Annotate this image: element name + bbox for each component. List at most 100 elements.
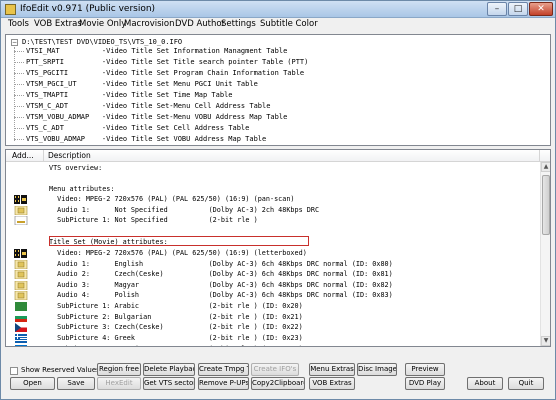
list-item-text: Video: MPEG-2 720x576 (PAL) (PAL 625/50)… bbox=[49, 195, 295, 203]
list-item-text: VTS overview: bbox=[49, 164, 103, 172]
dvd-play-button[interactable]: DVD Play bbox=[405, 377, 445, 390]
list-item[interactable] bbox=[6, 173, 540, 183]
menu-vob-extras[interactable]: VOB Extras bbox=[34, 19, 82, 29]
menu-bar: Tools VOB Extras Movie Only Macrovision … bbox=[1, 18, 555, 32]
collapse-icon[interactable]: − bbox=[11, 39, 18, 46]
sub-icon bbox=[14, 215, 30, 226]
disc-image-button[interactable]: Disc Image bbox=[357, 363, 397, 376]
col-header-description[interactable]: Description bbox=[48, 151, 91, 160]
speaker-icon bbox=[14, 259, 30, 270]
col-header-add[interactable]: Add... bbox=[12, 151, 34, 160]
region-free-button[interactable]: Region free bbox=[97, 363, 141, 376]
maximize-button[interactable]: □ bbox=[508, 2, 528, 16]
film-icon bbox=[14, 195, 30, 204]
list-header: Add... Description bbox=[6, 150, 550, 162]
tree-item-vtsi-mat[interactable]: VTSI_MAT -Video Title Set Information Ma… bbox=[26, 47, 287, 55]
get-vts-sectors-button[interactable]: Get VTS sectors bbox=[143, 377, 195, 390]
tree-item-vtsm-vobu-admap[interactable]: VTSM_VOBU_ADMAP -Video Title Set-Menu VO… bbox=[26, 113, 287, 121]
list-item[interactable]: Audio 1: Not Specified (Dolby AC-3) 2ch … bbox=[6, 205, 540, 216]
selection-highlight-box bbox=[49, 236, 309, 246]
menu-settings[interactable]: Settings bbox=[221, 19, 256, 29]
description-list[interactable]: Add... Description VTS overview: Menu att… bbox=[5, 149, 551, 347]
list-item[interactable]: Audio 3: Magyar (Dolby AC-3) 6ch 48Kbps … bbox=[6, 280, 540, 291]
about-button[interactable]: About bbox=[467, 377, 503, 390]
speaker-icon bbox=[14, 269, 30, 280]
list-item[interactable]: SubPicture 2: Bulgarian (2-bit rle ) (ID… bbox=[6, 312, 540, 322]
show-reserved-values-label: Show Reserved Values bbox=[21, 366, 100, 374]
list-item[interactable]: SubPicture 1: Not Specified (2-bit rle ) bbox=[6, 215, 540, 226]
list-item[interactable]: SubPicture 4: Greek (2-bit rle ) (ID: 0x… bbox=[6, 333, 540, 343]
create-tmpg-button[interactable]: Create Tmpg T. bbox=[198, 363, 249, 376]
delete-playback-button[interactable]: Delete Playback bbox=[143, 363, 195, 376]
tree-item-ptt-srpti[interactable]: PTT_SRPTI -Video Title Set Title search … bbox=[26, 58, 308, 66]
flag-green-icon bbox=[14, 302, 30, 311]
flag-greece-icon bbox=[14, 334, 30, 343]
flag-czech-icon bbox=[14, 323, 30, 332]
list-item[interactable] bbox=[6, 226, 540, 236]
list-item[interactable]: Audio 1: English (Dolby AC-3) 6ch 48Kbps… bbox=[6, 259, 540, 270]
remove-p-ups-button[interactable]: Remove P-UPs bbox=[198, 377, 249, 390]
menu-dvd-author[interactable]: DVD Author bbox=[175, 19, 225, 29]
flag-bulgaria-icon bbox=[14, 313, 30, 322]
tree-item-vts-vobu-admap[interactable]: VTS_VOBU_ADMAP -Video Title Set VOBU Add… bbox=[26, 135, 266, 143]
tree-item-vtsm-c-adt[interactable]: VTSM_C_ADT -Video Title Set-Menu Cell Ad… bbox=[26, 102, 270, 110]
film-icon bbox=[14, 249, 30, 258]
scroll-up-icon[interactable]: ▲ bbox=[541, 162, 550, 172]
speaker-icon bbox=[14, 280, 30, 291]
minimize-button[interactable]: – bbox=[487, 2, 507, 16]
list-item-text: SubPicture 2: Bulgarian (2-bit rle ) (ID… bbox=[49, 313, 303, 321]
scroll-down-icon[interactable]: ▼ bbox=[541, 336, 550, 346]
list-item[interactable]: SubPicture 3: Czech(Ceske) (2-bit rle ) … bbox=[6, 322, 540, 332]
list-item-text: Menu attributes: bbox=[49, 185, 115, 193]
hexedit-button[interactable]: HexEdit bbox=[97, 377, 141, 390]
vertical-scrollbar[interactable]: ▲ ▼ bbox=[540, 162, 550, 346]
speaker-icon bbox=[14, 290, 30, 301]
menu-tools[interactable]: Tools bbox=[8, 19, 29, 29]
menu-subtitle-color[interactable]: Subtitle Color bbox=[260, 19, 318, 29]
list-item-text: Audio 4: Polish (Dolby AC-3) 6ch 48Kbps … bbox=[49, 291, 393, 299]
show-reserved-values-checkbox[interactable] bbox=[10, 367, 18, 375]
list-rows: VTS overview: Menu attributes: Video: MPE… bbox=[6, 162, 540, 346]
menu-movie-only[interactable]: Movie Only bbox=[79, 19, 126, 29]
list-item-text: SubPicture 4: Greek (2-bit rle ) (ID: 0x… bbox=[49, 334, 303, 342]
preview-button[interactable]: Preview bbox=[405, 363, 445, 376]
scroll-thumb[interactable] bbox=[542, 175, 550, 235]
list-item-text: SubPicture 3: Czech(Ceske) (2-bit rle ) … bbox=[49, 323, 303, 331]
save-button[interactable]: Save bbox=[57, 377, 95, 390]
tree-root[interactable]: D:\TEST\TEST DVD\VIDEO_TS\VTS_10_0.IFO bbox=[22, 38, 182, 46]
list-item-text: Audio 3: Magyar (Dolby AC-3) 6ch 48Kbps … bbox=[49, 281, 393, 289]
quit-button[interactable]: Quit bbox=[508, 377, 544, 390]
copy2clipboard-button[interactable]: Copy2Clipboard bbox=[251, 377, 305, 390]
tree-item-vts-c-adt[interactable]: VTS_C_ADT -Video Title Set Cell Address … bbox=[26, 124, 249, 132]
menu-extras-button[interactable]: Menu Extras bbox=[309, 363, 355, 376]
window-title: IfoEdit v0.971 (Public version) bbox=[20, 4, 156, 14]
speaker-icon bbox=[14, 205, 30, 216]
list-item[interactable]: Video: MPEG-2 720x576 (PAL) (PAL 625/50)… bbox=[6, 194, 540, 204]
list-item[interactable]: Video: MPEG-2 720x576 (PAL) (PAL 625/50)… bbox=[6, 248, 540, 258]
menu-macrovision[interactable]: Macrovision bbox=[124, 19, 175, 29]
flag-estonia-icon bbox=[14, 345, 30, 346]
open-button[interactable]: Open bbox=[10, 377, 55, 390]
list-item[interactable]: Menu attributes: bbox=[6, 184, 540, 194]
list-item-text: SubPicture 1: Not Specified (2-bit rle ) bbox=[49, 216, 258, 224]
list-item-text: Audio 2: Czech(Ceske) (Dolby AC-3) 6ch 4… bbox=[49, 270, 393, 278]
create-ifos-button[interactable]: Create IFO's bbox=[251, 363, 299, 376]
tree-item-vts-pgciti[interactable]: VTS_PGCITI -Video Title Set Program Chai… bbox=[26, 69, 304, 77]
app-icon bbox=[5, 4, 16, 15]
main-window: IfoEdit v0.971 (Public version) – □ ✕ To… bbox=[0, 0, 556, 400]
vob-extras-button[interactable]: VOB Extras bbox=[309, 377, 355, 390]
list-item-text: SubPicture 5: Estonian (2-bit rle ) (ID:… bbox=[49, 344, 303, 346]
title-bar[interactable]: IfoEdit v0.971 (Public version) – □ ✕ bbox=[1, 1, 555, 18]
list-item-text: Audio 1: Not Specified (Dolby AC-3) 2ch … bbox=[49, 206, 320, 214]
list-item[interactable]: VTS overview: bbox=[6, 163, 540, 173]
tree-item-vts-tmapti[interactable]: VTS_TMAPTI -Video Title Set Time Map Tab… bbox=[26, 91, 233, 99]
list-item[interactable]: Audio 2: Czech(Ceske) (Dolby AC-3) 6ch 4… bbox=[6, 269, 540, 280]
ifo-tree-view[interactable]: − D:\TEST\TEST DVD\VIDEO_TS\VTS_10_0.IFO… bbox=[5, 34, 551, 146]
list-item[interactable]: SubPicture 5: Estonian (2-bit rle ) (ID:… bbox=[6, 344, 540, 346]
list-item-text: SubPicture 1: Arabic (2-bit rle ) (ID: 0… bbox=[49, 302, 303, 310]
tree-item-vtsm-pgci-ut[interactable]: VTSM_PGCI_UT -Video Title Set Menu PGCI … bbox=[26, 80, 258, 88]
list-item[interactable]: Audio 4: Polish (Dolby AC-3) 6ch 48Kbps … bbox=[6, 290, 540, 301]
close-button[interactable]: ✕ bbox=[529, 2, 553, 16]
list-item-text: Audio 1: English (Dolby AC-3) 6ch 48Kbps… bbox=[49, 260, 393, 268]
list-item[interactable]: SubPicture 1: Arabic (2-bit rle ) (ID: 0… bbox=[6, 301, 540, 311]
